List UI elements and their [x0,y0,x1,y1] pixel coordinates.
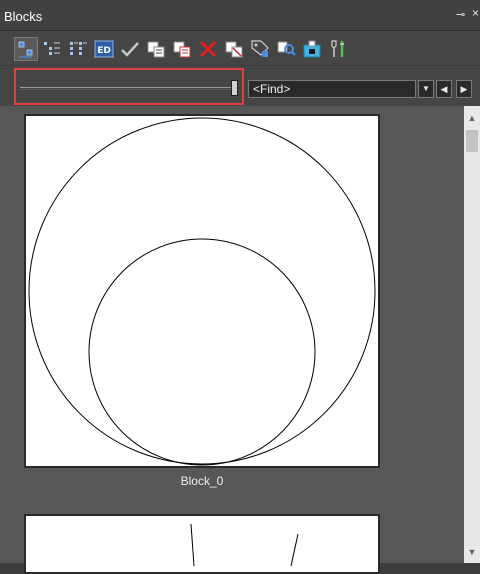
settings-icon[interactable] [327,38,349,60]
scroll-thumb[interactable] [466,130,478,152]
block-label: Block_0 [180,474,224,488]
delete-icon[interactable] [197,38,219,60]
block-editor-icon[interactable]: ED [93,38,115,60]
block-thumbnail[interactable] [24,114,380,468]
zoom-slider-track-shadow [20,89,234,90]
tag-icon[interactable] [249,38,271,60]
block-preview-drawing-partial [190,523,299,567]
pin-icon[interactable]: ⊸ [456,8,465,21]
insert-block-icon[interactable] [301,38,323,60]
block-preview-drawing [28,117,376,466]
title-bar: Blocks ⊸ × [0,0,480,31]
vertical-scrollbar[interactable]: ▲ ▼ [464,106,480,563]
find-dropdown-icon[interactable]: ▼ [418,80,434,98]
list-view-icon[interactable] [67,38,89,60]
checkmark-icon[interactable] [119,38,141,60]
scroll-down-arrow-icon[interactable]: ▼ [464,544,480,560]
svg-text:ED: ED [97,46,111,56]
window-title: Blocks [4,9,43,24]
find-block-icon[interactable] [275,38,297,60]
next-arrow-icon[interactable]: ▶ [456,80,472,98]
find-input[interactable]: <Find> [248,80,416,98]
zoom-slider-handle[interactable] [231,80,238,96]
thumbnail-view-icon[interactable] [14,37,38,61]
scroll-up-arrow-icon[interactable]: ▲ [464,110,480,126]
tree-view-icon[interactable] [41,38,63,60]
paste-block-icon[interactable] [171,38,193,60]
zoom-slider-track[interactable] [20,87,234,88]
copy-block-icon[interactable] [145,38,167,60]
block-thumbnail-partial[interactable] [24,514,380,574]
previous-arrow-icon[interactable]: ◀ [436,80,452,98]
close-icon[interactable]: × [472,6,479,20]
rename-block-icon[interactable] [223,38,245,60]
